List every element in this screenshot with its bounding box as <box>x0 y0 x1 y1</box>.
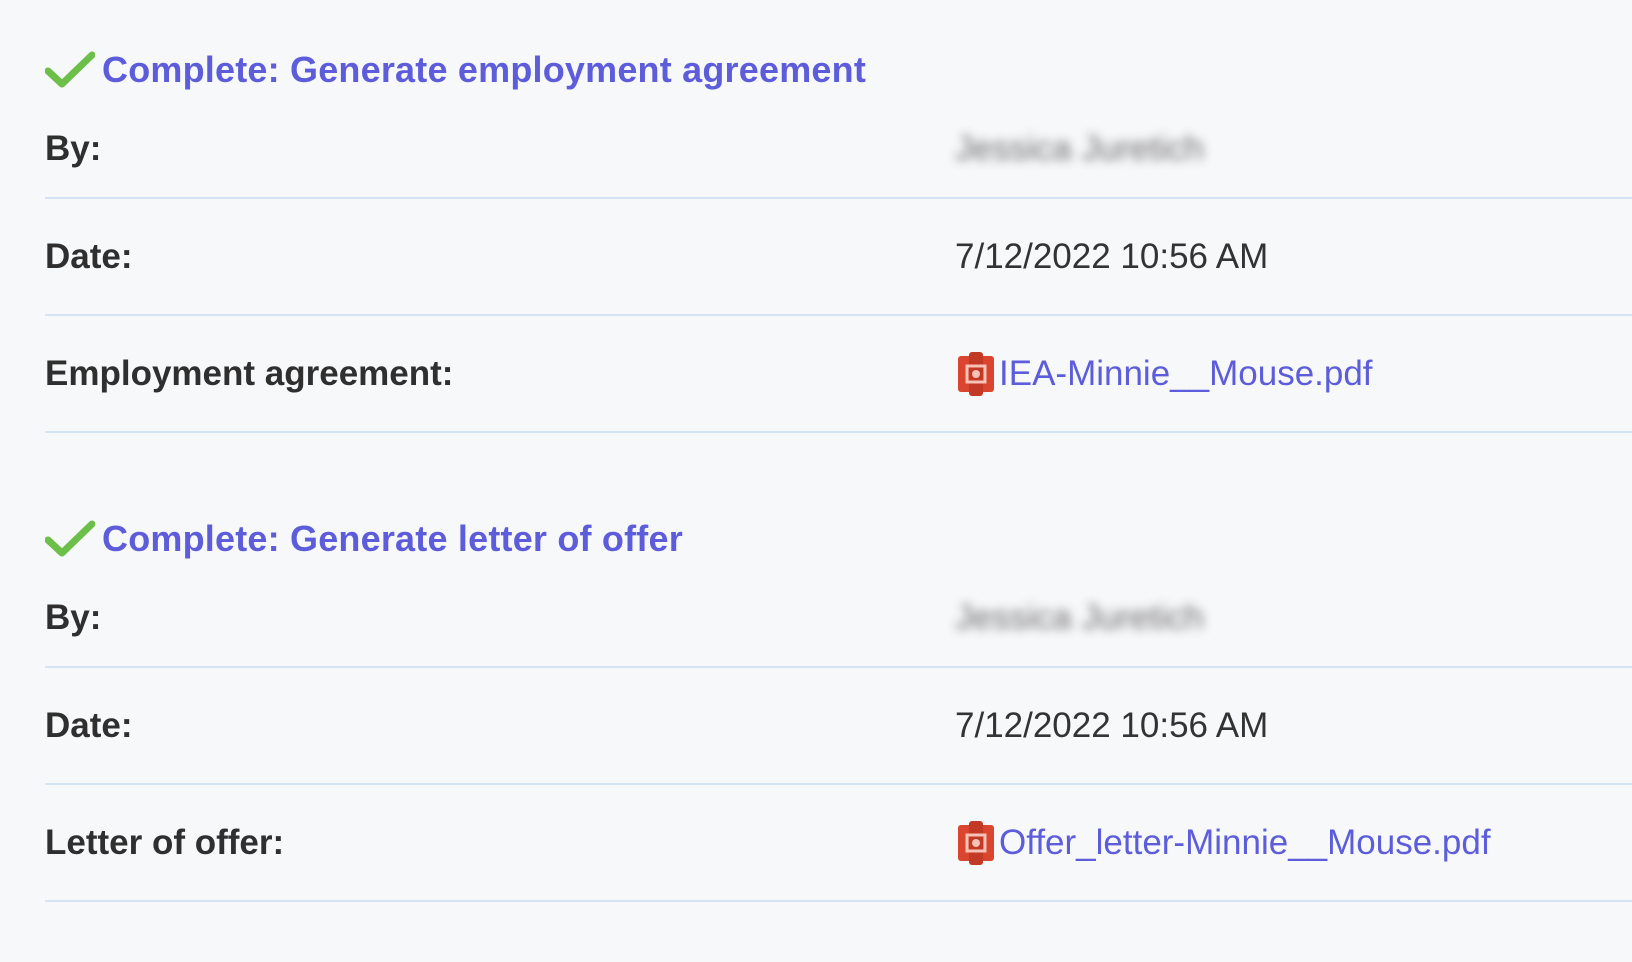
detail-row-by: By: Jessica Juretich <box>45 100 1632 199</box>
check-icon <box>45 51 95 88</box>
letter-of-offer-value: Offer_letter-Minnie__Mouse.pdf <box>955 819 1491 867</box>
detail-row-date: Date: 7/12/2022 10:56 AM <box>45 668 1632 785</box>
task-section-employment-agreement: Complete: Generate employment agreement … <box>45 40 1632 433</box>
task-header: Complete: Generate letter of offer <box>45 509 1632 569</box>
task-header: Complete: Generate employment agreement <box>45 40 1632 100</box>
detail-row-by: By: Jessica Juretich <box>45 569 1632 668</box>
employment-agreement-file-link[interactable]: IEA-Minnie__Mouse.pdf <box>955 350 1373 398</box>
task-section-letter-of-offer: Complete: Generate letter of offer By: J… <box>45 509 1632 902</box>
employment-agreement-value: IEA-Minnie__Mouse.pdf <box>955 350 1373 398</box>
by-label: By: <box>45 597 102 637</box>
date-label: Date: <box>45 236 133 276</box>
detail-row-date: Date: 7/12/2022 10:56 AM <box>45 199 1632 316</box>
by-value: Jessica Juretich <box>955 128 1204 168</box>
check-icon <box>45 520 95 557</box>
pdf-file-icon <box>958 351 994 396</box>
detail-row-employment-agreement: Employment agreement: IEA-Minnie__Mouse.… <box>45 316 1632 433</box>
letter-of-offer-file-link[interactable]: Offer_letter-Minnie__Mouse.pdf <box>955 819 1491 867</box>
task-title: Complete: Generate employment agreement <box>102 49 867 90</box>
employment-agreement-label: Employment agreement: <box>45 353 454 393</box>
by-value: Jessica Juretich <box>955 597 1204 637</box>
date-value: 7/12/2022 10:56 AM <box>955 236 1269 276</box>
letter-of-offer-label: Letter of offer: <box>45 822 285 862</box>
employment-agreement-file-name: IEA-Minnie__Mouse.pdf <box>999 353 1373 393</box>
by-label: By: <box>45 128 102 168</box>
date-label: Date: <box>45 705 133 745</box>
task-history-panel: Complete: Generate employment agreement … <box>0 0 1632 962</box>
pdf-file-icon <box>958 820 994 865</box>
letter-of-offer-file-name: Offer_letter-Minnie__Mouse.pdf <box>999 822 1491 862</box>
date-value: 7/12/2022 10:56 AM <box>955 705 1269 745</box>
task-title: Complete: Generate letter of offer <box>102 518 683 559</box>
detail-row-letter-of-offer: Letter of offer: Offer_letter-Minnie__Mo… <box>45 785 1632 902</box>
